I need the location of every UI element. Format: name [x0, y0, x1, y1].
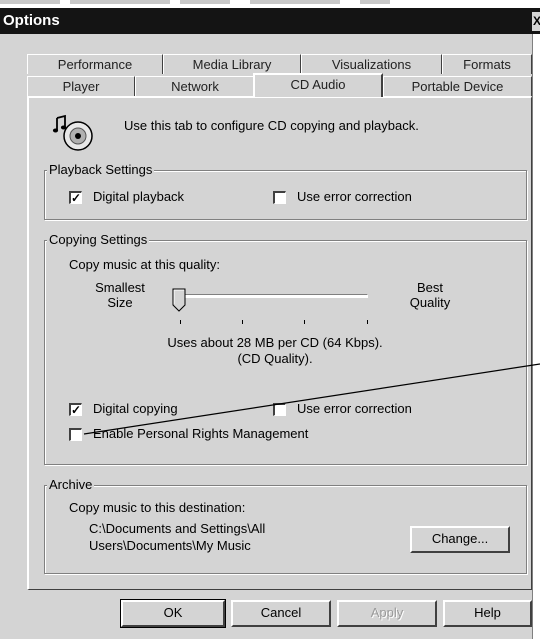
personal-rights-checkbox[interactable] — [69, 428, 82, 441]
tab-network[interactable]: Network — [135, 76, 255, 96]
archive-path-line-1: C:\Documents and Settings\All — [89, 521, 266, 536]
tab-formats[interactable]: Formats — [442, 54, 532, 74]
quality-slider-track[interactable] — [180, 294, 368, 298]
copying-settings-legend: Copying Settings — [47, 232, 150, 247]
slider-tick — [304, 320, 305, 324]
background-window-strip — [0, 0, 540, 8]
slider-tick — [367, 320, 368, 324]
tab-performance[interactable]: Performance — [27, 54, 163, 74]
tab-player[interactable]: Player — [27, 76, 135, 96]
intro-text: Use this tab to configure CD copying and… — [124, 118, 419, 133]
tab-media-library[interactable]: Media Library — [163, 54, 301, 74]
slider-min-label-2: Size — [107, 295, 133, 310]
digital-copying-label[interactable]: Digital copying — [93, 401, 178, 416]
title-bar[interactable]: Options X — [0, 8, 540, 34]
tab-cd-audio[interactable]: CD Audio — [253, 73, 383, 97]
archive-path-line-2: Users\Documents\My Music — [89, 538, 251, 553]
slider-max-label-2: Quality — [409, 295, 451, 310]
change-button[interactable]: Change... — [410, 526, 510, 553]
cd-audio-icon — [52, 114, 93, 151]
tab-visualizations[interactable]: Visualizations — [301, 54, 442, 74]
slider-max-label-1: Best — [416, 280, 443, 295]
slider-tick — [180, 320, 181, 324]
window-title: Options — [3, 12, 60, 29]
copy-error-correction-checkbox[interactable] — [273, 403, 286, 416]
slider-min-label-1: Smallest — [95, 280, 145, 295]
quality-slider-thumb[interactable] — [172, 288, 186, 312]
quality-label: Copy music at this quality: — [69, 257, 221, 272]
playback-settings-legend: Playback Settings — [47, 162, 155, 177]
cancel-button[interactable]: Cancel — [231, 600, 331, 627]
usage-line-2: (CD Quality). — [237, 351, 313, 366]
playback-error-correction-label[interactable]: Use error correction — [297, 189, 412, 204]
digital-playback-label[interactable]: Digital playback — [93, 189, 184, 204]
archive-legend: Archive — [47, 477, 95, 492]
destination-label: Copy music to this destination: — [69, 500, 246, 515]
apply-button[interactable]: Apply — [337, 600, 437, 627]
dialog-right-edge — [532, 34, 540, 639]
usage-line-1: Uses about 28 MB per CD (64 Kbps). — [167, 335, 383, 350]
copy-error-correction-label[interactable]: Use error correction — [297, 401, 412, 416]
help-button[interactable]: Help — [443, 600, 532, 627]
digital-copying-checkbox[interactable]: ✓ — [69, 403, 82, 416]
digital-playback-checkbox[interactable]: ✓ — [69, 191, 82, 204]
playback-error-correction-checkbox[interactable] — [273, 191, 286, 204]
close-icon[interactable]: X — [532, 12, 540, 31]
tab-portable-device[interactable]: Portable Device — [383, 76, 532, 96]
personal-rights-label[interactable]: Enable Personal Rights Management — [93, 426, 308, 441]
ok-button[interactable]: OK — [120, 599, 226, 628]
slider-tick — [242, 320, 243, 324]
